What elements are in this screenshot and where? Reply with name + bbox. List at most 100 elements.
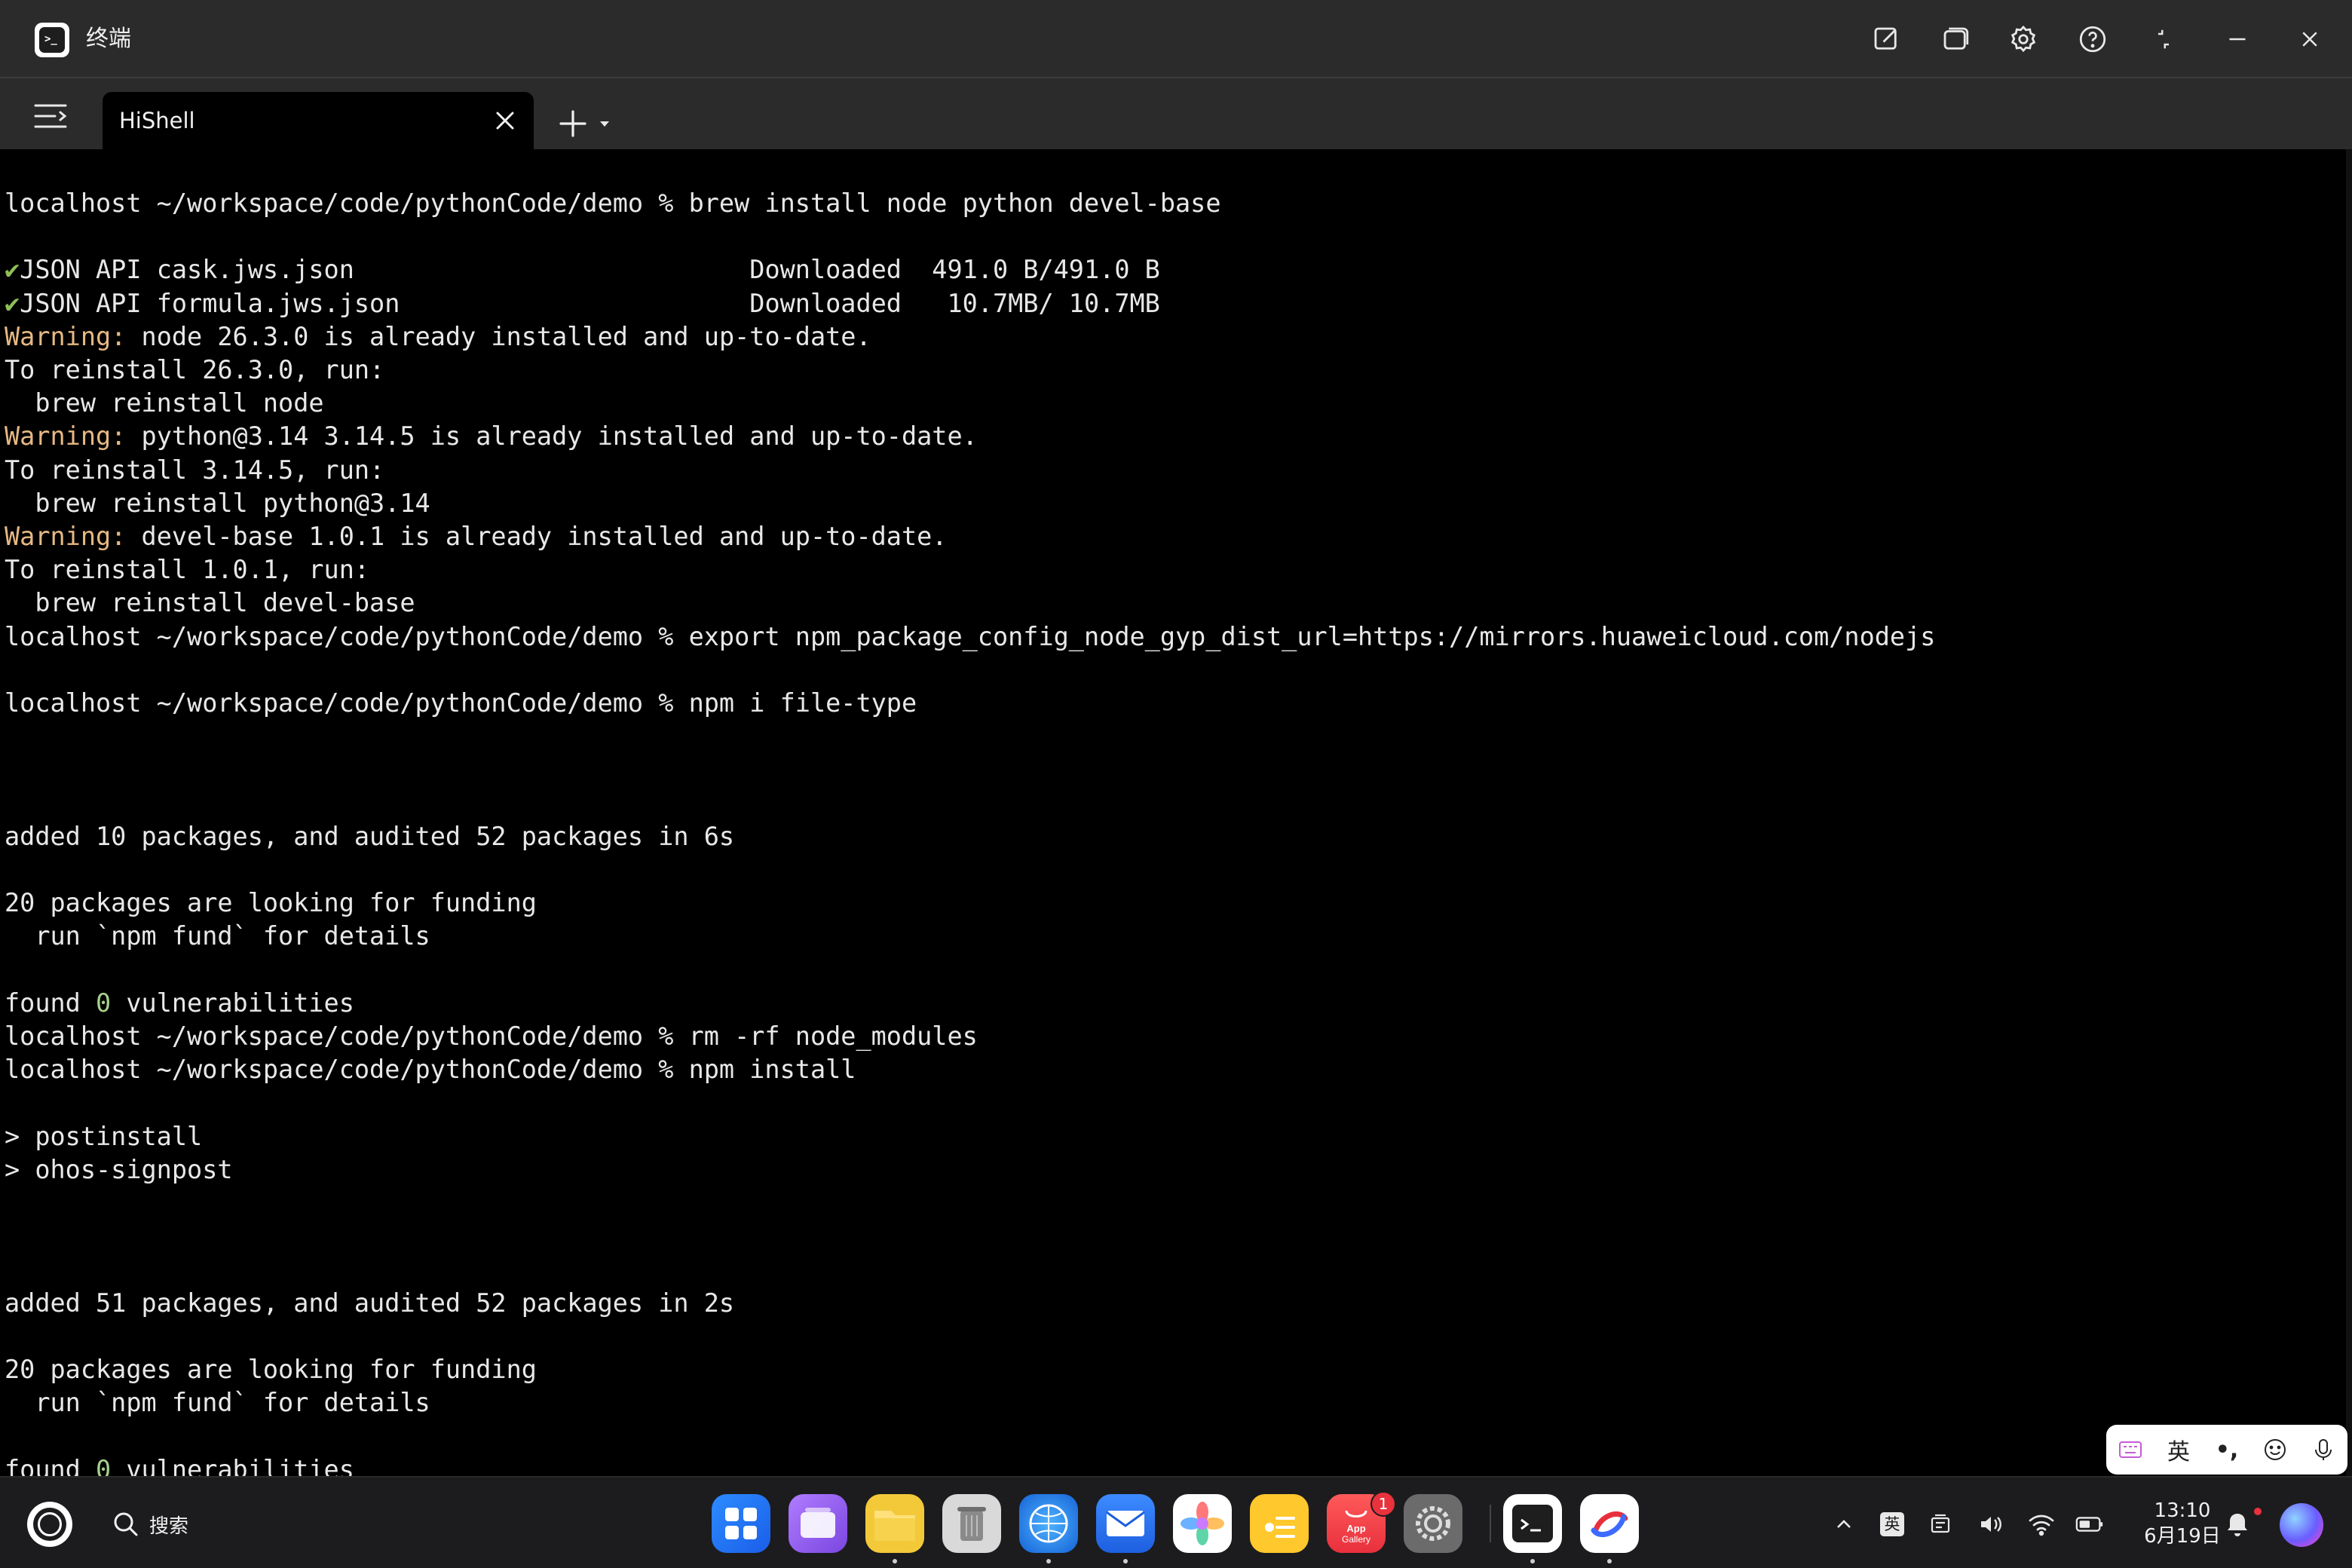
taskbar: 搜索 App Gallery 1 英 13:10 6月19日 <box>0 1476 2352 1568</box>
clock-date[interactable]: 6月19日 <box>2133 1524 2231 1548</box>
terminal-line: localhost ~/workspace/code/pythonCode/de… <box>5 187 1221 220</box>
line-text: devel-base 1.0.1 is already installed an… <box>126 522 948 551</box>
mic-icon[interactable] <box>2305 1432 2341 1468</box>
notification-dot <box>2254 1508 2262 1515</box>
terminal-line: ✔JSON API formula.jws.json Downloaded 10… <box>5 287 1160 320</box>
running-indicator <box>893 1559 897 1563</box>
new-tab-dropdown-icon[interactable] <box>599 118 611 130</box>
line-text: JSON API formula.jws.json Downloaded 10.… <box>20 289 1160 318</box>
terminal-line: To reinstall 26.3.0, run: <box>5 354 384 387</box>
trash-icon[interactable] <box>942 1494 1001 1553</box>
help-icon[interactable] <box>2075 21 2111 57</box>
keyboard-icon[interactable] <box>2112 1432 2148 1468</box>
line-text: brew reinstall devel-base <box>5 588 415 617</box>
menu-icon[interactable] <box>33 101 68 131</box>
edit-icon[interactable] <box>1868 21 1904 57</box>
terminal-line: Warning: node 26.3.0 is already installe… <box>5 320 871 354</box>
start-button[interactable] <box>27 1502 72 1547</box>
files-icon[interactable] <box>865 1494 924 1553</box>
warning-label: Warning: <box>5 322 127 351</box>
line-text: To reinstall 1.0.1, run: <box>5 555 370 584</box>
plus-icon[interactable] <box>556 107 590 140</box>
tray-ime[interactable]: 英 <box>1877 1509 1907 1539</box>
line-text: localhost ~/workspace/code/pythonCode/de… <box>5 188 1221 218</box>
terminal-output[interactable]: localhost ~/workspace/code/pythonCode/de… <box>0 149 2352 1517</box>
line-text: added 51 packages, and audited 52 packag… <box>5 1288 735 1318</box>
terminal-line: ✔JSON API cask.jws.json Downloaded 491.0… <box>5 253 1160 286</box>
scrollbar[interactable] <box>2346 149 2352 1476</box>
wifi-icon[interactable] <box>2026 1509 2056 1539</box>
warning-label: Warning: <box>5 421 127 451</box>
terminal-line: 20 packages are looking for funding <box>5 887 537 920</box>
line-text: brew reinstall python@3.14 <box>5 488 430 518</box>
tab-label: HiShell <box>119 108 195 133</box>
tab-bar: HiShell <box>0 78 2352 149</box>
line-text: localhost ~/workspace/code/pythonCode/de… <box>5 688 917 718</box>
line-text: 20 packages are looking for funding <box>5 888 537 917</box>
shrink-icon[interactable] <box>2145 21 2182 57</box>
svg-text:Gallery: Gallery <box>1342 1534 1370 1545</box>
terminal-line: 20 packages are looking for funding <box>5 1353 537 1386</box>
check-icon: ✔ <box>5 289 20 318</box>
line-text: 20 packages are looking for funding <box>5 1355 537 1384</box>
browser-icon[interactable] <box>1019 1494 1078 1553</box>
assistant-icon[interactable] <box>2280 1503 2323 1547</box>
ime-mode[interactable]: 英 <box>2161 1432 2197 1468</box>
terminal-line: localhost ~/workspace/code/pythonCode/de… <box>5 1020 978 1053</box>
terminal-line: Warning: python@3.14 3.14.5 is already i… <box>5 420 978 453</box>
store-icon[interactable] <box>1580 1494 1639 1553</box>
window-title: 终端 <box>86 26 131 52</box>
volume-icon[interactable] <box>1975 1509 2005 1539</box>
emoji-icon[interactable] <box>2257 1432 2293 1468</box>
bell-icon[interactable] <box>2222 1509 2252 1539</box>
terminal-line: added 51 packages, and audited 52 packag… <box>5 1287 734 1320</box>
terminal-line: run `npm fund` for details <box>5 920 430 953</box>
terminal-line: To reinstall 1.0.1, run: <box>5 553 369 586</box>
terminal-line: localhost ~/workspace/code/pythonCode/de… <box>5 687 917 720</box>
line-text: run `npm fund` for details <box>5 921 430 951</box>
clock-time[interactable]: 13:10 <box>2141 1499 2224 1523</box>
search-icon <box>114 1512 138 1536</box>
ime-toolbar: 英 •, <box>2106 1425 2347 1475</box>
line-text: JSON API cask.jws.json Downloaded 491.0 … <box>20 255 1160 284</box>
terminal-line: brew reinstall python@3.14 <box>5 487 430 520</box>
window-icon[interactable] <box>1937 21 1974 57</box>
terminal-dock-icon[interactable] <box>1503 1494 1562 1553</box>
line-text: run `npm fund` for details <box>5 1388 430 1417</box>
line-text: localhost ~/workspace/code/pythonCode/de… <box>5 1021 978 1051</box>
terminal-line: > ohos-signpost <box>5 1153 233 1187</box>
battery-icon[interactable] <box>2075 1509 2105 1539</box>
gallery-icon[interactable] <box>1173 1494 1232 1553</box>
terminal-line: run `npm fund` for details <box>5 1386 430 1419</box>
tab-hishell[interactable]: HiShell <box>103 92 534 149</box>
punctuation-toggle[interactable]: •, <box>2209 1432 2245 1468</box>
running-indicator <box>1046 1559 1051 1563</box>
chevron-up-icon[interactable] <box>1829 1509 1859 1539</box>
warning-label: Warning: <box>5 522 127 551</box>
line-text: localhost ~/workspace/code/pythonCode/de… <box>5 622 1936 651</box>
line-text: vulnerabilities <box>111 988 354 1018</box>
multitask-icon[interactable] <box>789 1494 847 1553</box>
notification-badge: 1 <box>1370 1491 1396 1517</box>
terminal-line: found 0 vulnerabilities <box>5 987 354 1020</box>
settings-icon[interactable] <box>2005 21 2041 57</box>
app-center-icon[interactable] <box>712 1494 770 1553</box>
line-text: brew reinstall node <box>5 388 324 418</box>
terminal-line: To reinstall 3.14.5, run: <box>5 454 384 487</box>
line-text: To reinstall 26.3.0, run: <box>5 355 385 384</box>
line-prefix: found <box>5 988 96 1018</box>
minimize-icon[interactable] <box>2219 21 2256 57</box>
notes-icon[interactable] <box>1250 1494 1309 1553</box>
line-text: localhost ~/workspace/code/pythonCode/de… <box>5 1055 856 1084</box>
settings-app-icon[interactable] <box>1404 1494 1462 1553</box>
clipboard-icon[interactable] <box>1925 1509 1955 1539</box>
close-icon[interactable] <box>2292 21 2328 57</box>
svg-text:App: App <box>1346 1523 1365 1534</box>
tab-close-icon[interactable] <box>492 107 519 134</box>
terminal-line: Warning: devel-base 1.0.1 is already ins… <box>5 520 947 553</box>
mail-icon[interactable] <box>1096 1494 1155 1553</box>
search-button[interactable]: 搜索 <box>112 1506 188 1542</box>
check-icon: ✔ <box>5 255 20 284</box>
running-indicator <box>1530 1559 1535 1563</box>
search-label: 搜索 <box>149 1514 189 1538</box>
